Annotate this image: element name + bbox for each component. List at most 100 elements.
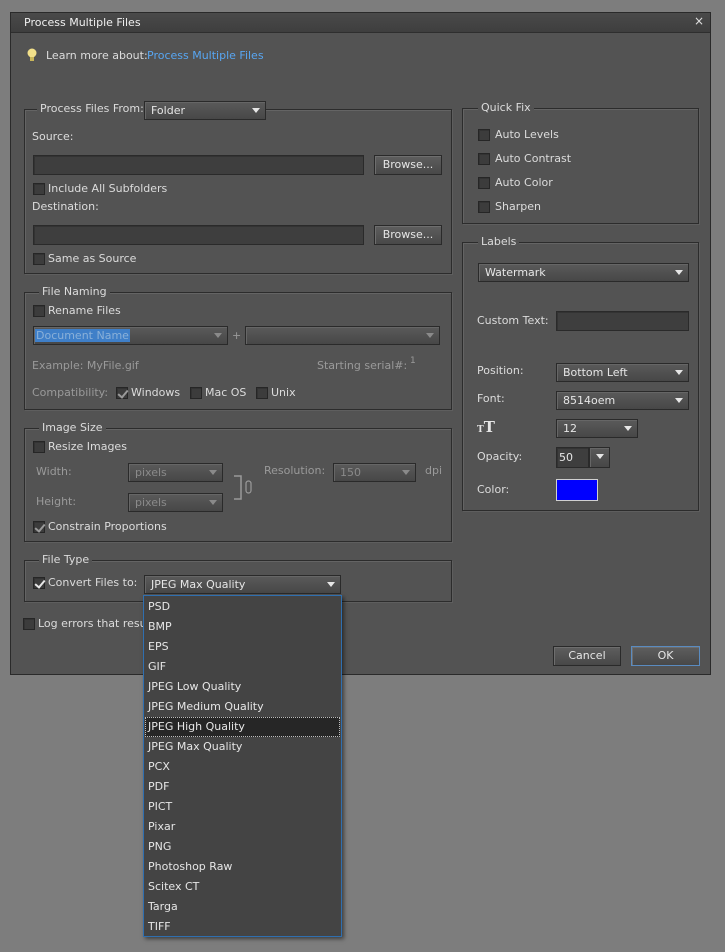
file-type-option[interactable]: PSD bbox=[145, 597, 340, 617]
link-proportions-icon bbox=[234, 475, 252, 500]
include-subfolders-label: Include All Subfolders bbox=[48, 182, 168, 195]
starting-serial-value[interactable]: 1 bbox=[410, 356, 416, 366]
file-type-option[interactable]: GIF bbox=[145, 657, 340, 677]
file-type-option[interactable]: Photoshop Raw bbox=[145, 857, 340, 877]
convert-files-checkbox[interactable] bbox=[33, 577, 45, 589]
destination-field[interactable] bbox=[33, 225, 364, 245]
constrain-proportions-label: Constrain Proportions bbox=[48, 520, 167, 533]
windows-checkbox[interactable] bbox=[116, 387, 128, 399]
same-as-source-label: Same as Source bbox=[48, 252, 137, 265]
file-type-legend: File Type bbox=[39, 553, 93, 566]
opacity-dropdown[interactable] bbox=[589, 447, 610, 468]
include-subfolders-checkbox[interactable] bbox=[33, 183, 45, 195]
compatibility-label: Compatibility: bbox=[32, 386, 109, 399]
log-errors-checkbox[interactable] bbox=[23, 618, 35, 630]
auto-color-checkbox[interactable] bbox=[478, 177, 490, 189]
opacity-field[interactable]: 50 bbox=[556, 447, 589, 468]
height-label: Height: bbox=[36, 495, 77, 508]
constrain-proportions-checkbox[interactable] bbox=[33, 521, 45, 533]
file-type-option[interactable]: PNG bbox=[145, 837, 340, 857]
custom-text-field[interactable] bbox=[556, 311, 689, 331]
ok-button[interactable]: OK bbox=[631, 646, 700, 666]
source-browse-button[interactable]: Browse... bbox=[374, 155, 442, 175]
font-value: 8514oem bbox=[563, 394, 616, 407]
learn-more-link[interactable]: Process Multiple Files bbox=[147, 49, 264, 62]
source-label: Source: bbox=[32, 130, 74, 143]
file-type-option[interactable]: JPEG Max Quality bbox=[145, 737, 340, 757]
opacity-label: Opacity: bbox=[477, 450, 523, 463]
labels-legend: Labels bbox=[478, 235, 520, 248]
label-type-select[interactable]: Watermark bbox=[478, 263, 689, 282]
color-label: Color: bbox=[477, 483, 510, 496]
process-from-value: Folder bbox=[151, 104, 185, 117]
lightbulb-icon bbox=[27, 48, 37, 61]
process-multiple-files-dialog: Process Multiple Files × Learn more abou… bbox=[10, 12, 711, 675]
image-size-legend: Image Size bbox=[39, 421, 106, 434]
height-unit-select[interactable]: pixels bbox=[128, 493, 223, 512]
position-label: Position: bbox=[477, 364, 524, 377]
file-type-option[interactable]: PICT bbox=[145, 797, 340, 817]
close-icon[interactable]: × bbox=[694, 14, 704, 28]
chevron-down-icon bbox=[675, 398, 683, 403]
auto-contrast-checkbox[interactable] bbox=[478, 153, 490, 165]
chevron-down-icon bbox=[214, 333, 222, 338]
destination-label: Destination: bbox=[32, 200, 99, 213]
file-type-option[interactable]: PCX bbox=[145, 757, 340, 777]
width-unit-select[interactable]: pixels bbox=[128, 463, 223, 482]
color-swatch[interactable] bbox=[556, 479, 598, 501]
plus-label: + bbox=[232, 329, 242, 342]
unix-checkbox[interactable] bbox=[256, 387, 268, 399]
process-from-select[interactable]: Folder bbox=[144, 101, 266, 120]
example-label: Example: MyFile.gif bbox=[32, 359, 139, 372]
position-value: Bottom Left bbox=[563, 366, 628, 379]
convert-format-select[interactable]: JPEG Max Quality bbox=[144, 575, 341, 594]
chevron-down-icon bbox=[675, 370, 683, 375]
height-unit-value: pixels bbox=[135, 496, 167, 509]
font-select[interactable]: 8514oem bbox=[556, 391, 689, 410]
width-unit-value: pixels bbox=[135, 466, 167, 479]
font-size-select[interactable]: 12 bbox=[556, 419, 638, 438]
file-type-option[interactable]: JPEG High Quality bbox=[145, 717, 340, 737]
file-type-option[interactable]: JPEG Medium Quality bbox=[145, 697, 340, 717]
source-field[interactable] bbox=[33, 155, 364, 175]
chevron-down-icon bbox=[209, 470, 217, 475]
cancel-button[interactable]: Cancel bbox=[553, 646, 621, 666]
file-type-option[interactable]: BMP bbox=[145, 617, 340, 637]
chevron-down-icon bbox=[675, 270, 683, 275]
file-type-option[interactable]: Scitex CT bbox=[145, 877, 340, 897]
file-type-option[interactable]: Targa bbox=[145, 897, 340, 917]
chevron-down-icon bbox=[624, 426, 632, 431]
name-pattern-value: Document Name bbox=[35, 329, 130, 342]
name-suffix-select[interactable] bbox=[245, 326, 440, 345]
log-errors-label: Log errors that resul bbox=[38, 617, 150, 630]
label-type-value: Watermark bbox=[485, 266, 546, 279]
auto-levels-checkbox[interactable] bbox=[478, 129, 490, 141]
resize-images-label: Resize Images bbox=[48, 440, 127, 453]
resolution-select[interactable]: 150 bbox=[333, 463, 416, 482]
rename-files-checkbox[interactable] bbox=[33, 305, 45, 317]
file-type-option[interactable]: EPS bbox=[145, 637, 340, 657]
mac-os-checkbox[interactable] bbox=[190, 387, 202, 399]
windows-label: Windows bbox=[131, 386, 181, 399]
chevron-down-icon bbox=[426, 333, 434, 338]
file-type-option[interactable]: PDF bbox=[145, 777, 340, 797]
destination-browse-button[interactable]: Browse... bbox=[374, 225, 442, 245]
file-type-option[interactable]: TIFF bbox=[145, 917, 340, 937]
chevron-down-icon bbox=[596, 454, 604, 459]
chevron-down-icon bbox=[327, 582, 335, 587]
name-pattern-select[interactable]: Document Name bbox=[33, 326, 228, 345]
resize-images-checkbox[interactable] bbox=[33, 441, 45, 453]
unix-label: Unix bbox=[271, 386, 296, 399]
same-as-source-checkbox[interactable] bbox=[33, 253, 45, 265]
font-size-value: 12 bbox=[563, 422, 577, 435]
starting-serial-label: Starting serial#: bbox=[317, 359, 408, 372]
font-label: Font: bbox=[477, 392, 505, 405]
resolution-value: 150 bbox=[340, 466, 361, 479]
file-type-option[interactable]: Pixar bbox=[145, 817, 340, 837]
file-type-option[interactable]: JPEG Low Quality bbox=[145, 677, 340, 697]
sharpen-label: Sharpen bbox=[495, 200, 541, 213]
sharpen-checkbox[interactable] bbox=[478, 201, 490, 213]
auto-contrast-label: Auto Contrast bbox=[495, 152, 572, 165]
file-naming-legend: File Naming bbox=[39, 285, 110, 298]
position-select[interactable]: Bottom Left bbox=[556, 363, 689, 382]
